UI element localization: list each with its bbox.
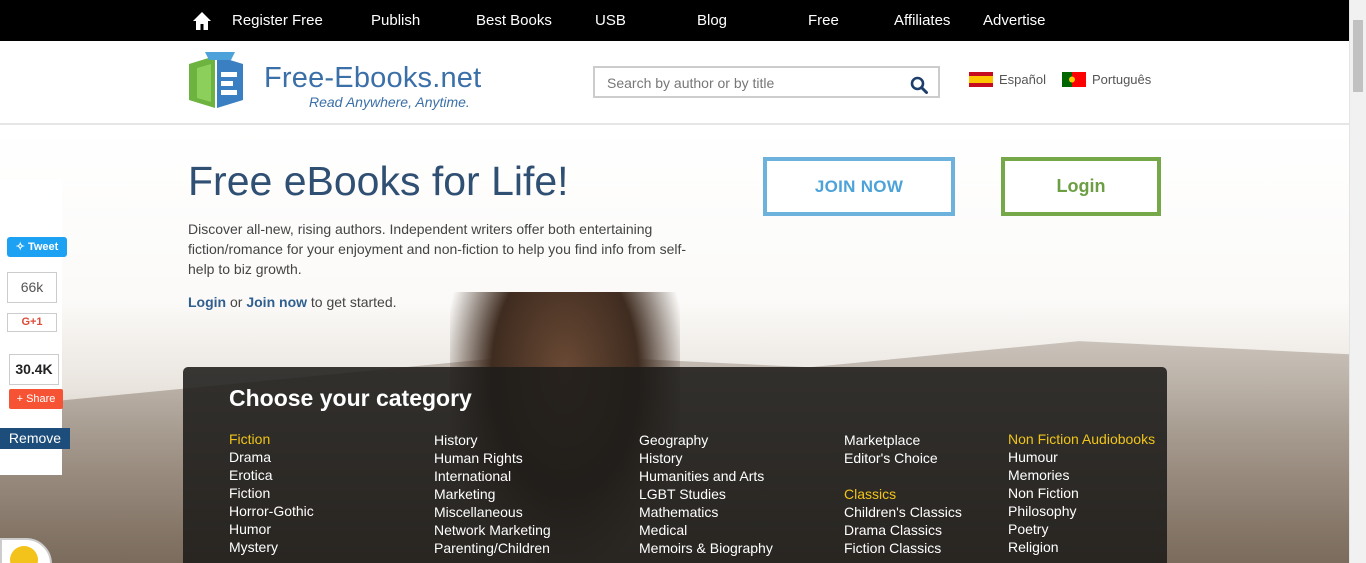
- twitter-bird-icon: ✧: [15, 241, 25, 253]
- nav-affiliates[interactable]: Affiliates: [894, 12, 950, 29]
- nav-best-books[interactable]: Best Books: [476, 12, 552, 29]
- category-link[interactable]: Human Rights: [434, 449, 551, 467]
- cta-login-link[interactable]: Login: [188, 294, 226, 310]
- hero-cta-text: Login or Join now to get started.: [188, 294, 397, 310]
- category-link[interactable]: Marketplace: [844, 431, 962, 449]
- share-count: 30.4K: [9, 354, 59, 385]
- gplus-button[interactable]: G+1: [7, 313, 57, 332]
- category-link[interactable]: Memories: [1008, 466, 1155, 484]
- lang-portuguese[interactable]: Português: [1062, 72, 1151, 87]
- portugal-flag-icon: [1062, 72, 1086, 87]
- tweet-label: Tweet: [27, 241, 59, 253]
- category-link[interactable]: Marketing: [434, 485, 551, 503]
- category-link[interactable]: Parenting/Children: [434, 539, 551, 557]
- category-link[interactable]: History: [639, 449, 773, 467]
- category-link[interactable]: Mathematics: [639, 503, 773, 521]
- category-link[interactable]: Horror-Gothic: [229, 502, 314, 520]
- category-column-4: Marketplace Editor's Choice Classics Chi…: [844, 431, 962, 557]
- hero-title: Free eBooks for Life!: [188, 158, 569, 204]
- logo-tagline: Read Anywhere, Anytime.: [309, 94, 470, 110]
- share-button[interactable]: + Share: [9, 389, 63, 409]
- category-title: Choose your category: [229, 385, 472, 411]
- cta-join-link[interactable]: Join now: [246, 294, 307, 310]
- category-link[interactable]: Fiction Classics: [844, 539, 962, 557]
- category-column-1: Fiction Drama Erotica Fiction Horror-Got…: [229, 430, 314, 556]
- category-link[interactable]: History: [434, 431, 551, 449]
- category-spacer: [844, 467, 962, 485]
- plus-icon: +: [16, 393, 23, 405]
- lang-spanish-label: Español: [999, 72, 1046, 87]
- tweet-button[interactable]: ✧ Tweet: [7, 237, 67, 257]
- join-now-button[interactable]: JOIN NOW: [763, 157, 955, 216]
- category-link[interactable]: Children's Classics: [844, 503, 962, 521]
- cta-or-text: or: [230, 294, 243, 310]
- category-link[interactable]: Mystery: [229, 538, 314, 556]
- category-link[interactable]: Poetry: [1008, 520, 1155, 538]
- page-scrollbar[interactable]: [1349, 0, 1366, 563]
- category-heading-classics[interactable]: Classics: [844, 485, 962, 503]
- category-link[interactable]: Medical: [639, 521, 773, 539]
- category-link[interactable]: Editor's Choice: [844, 449, 962, 467]
- category-link[interactable]: LGBT Studies: [639, 485, 773, 503]
- category-link[interactable]: Non Fiction: [1008, 484, 1155, 502]
- category-link[interactable]: Humour: [1008, 448, 1155, 466]
- search-box: [593, 66, 940, 98]
- category-column-2: History Human Rights International Marke…: [434, 431, 551, 557]
- checkmark-seal-icon: [10, 546, 38, 563]
- remove-button[interactable]: Remove: [0, 428, 70, 449]
- category-link[interactable]: Memoirs & Biography: [639, 539, 773, 557]
- category-link[interactable]: Philosophy: [1008, 502, 1155, 520]
- book-logo-icon[interactable]: [187, 52, 253, 110]
- scrollbar-thumb[interactable]: [1353, 20, 1363, 92]
- search-input[interactable]: [607, 74, 897, 92]
- category-link[interactable]: Geography: [639, 431, 773, 449]
- lang-portuguese-label: Português: [1092, 72, 1152, 87]
- category-link[interactable]: Religion: [1008, 538, 1155, 556]
- cta-suffix-text: to get started.: [310, 294, 397, 310]
- category-column-3: Geography History Humanities and Arts LG…: [639, 431, 773, 557]
- category-link[interactable]: Erotica: [229, 466, 314, 484]
- nav-blog[interactable]: Blog: [697, 12, 727, 29]
- category-link[interactable]: Network Marketing: [434, 521, 551, 539]
- home-icon[interactable]: [192, 11, 212, 31]
- category-link[interactable]: Drama: [229, 448, 314, 466]
- category-link[interactable]: Humor: [229, 520, 314, 538]
- nav-register-free[interactable]: Register Free: [232, 12, 323, 29]
- login-button[interactable]: Login: [1001, 157, 1161, 216]
- lang-spanish[interactable]: Español: [969, 72, 1046, 87]
- share-label: Share: [26, 393, 56, 405]
- top-nav-bar: Register Free Publish Best Books USB Blo…: [0, 0, 1349, 41]
- category-link[interactable]: International: [434, 467, 551, 485]
- search-icon[interactable]: [910, 76, 928, 94]
- nav-advertise[interactable]: Advertise: [983, 12, 1046, 29]
- category-link[interactable]: Fiction: [229, 484, 314, 502]
- category-link[interactable]: Miscellaneous: [434, 503, 551, 521]
- gplus-count: 66k: [7, 272, 57, 303]
- nav-publish[interactable]: Publish: [371, 12, 420, 29]
- category-heading-fiction[interactable]: Fiction: [229, 430, 314, 448]
- nav-usb[interactable]: USB: [595, 12, 626, 29]
- category-column-5: Non Fiction Audiobooks Humour Memories N…: [1008, 430, 1155, 556]
- category-heading-audiobooks[interactable]: Non Fiction Audiobooks: [1008, 430, 1155, 448]
- logo-title[interactable]: Free-Ebooks.net: [264, 62, 481, 95]
- hero-description: Discover all-new, rising authors. Indepe…: [188, 221, 687, 277]
- spain-flag-icon: [969, 72, 993, 87]
- category-link[interactable]: Humanities and Arts: [639, 467, 773, 485]
- nav-free[interactable]: Free: [808, 12, 839, 29]
- category-link[interactable]: Drama Classics: [844, 521, 962, 539]
